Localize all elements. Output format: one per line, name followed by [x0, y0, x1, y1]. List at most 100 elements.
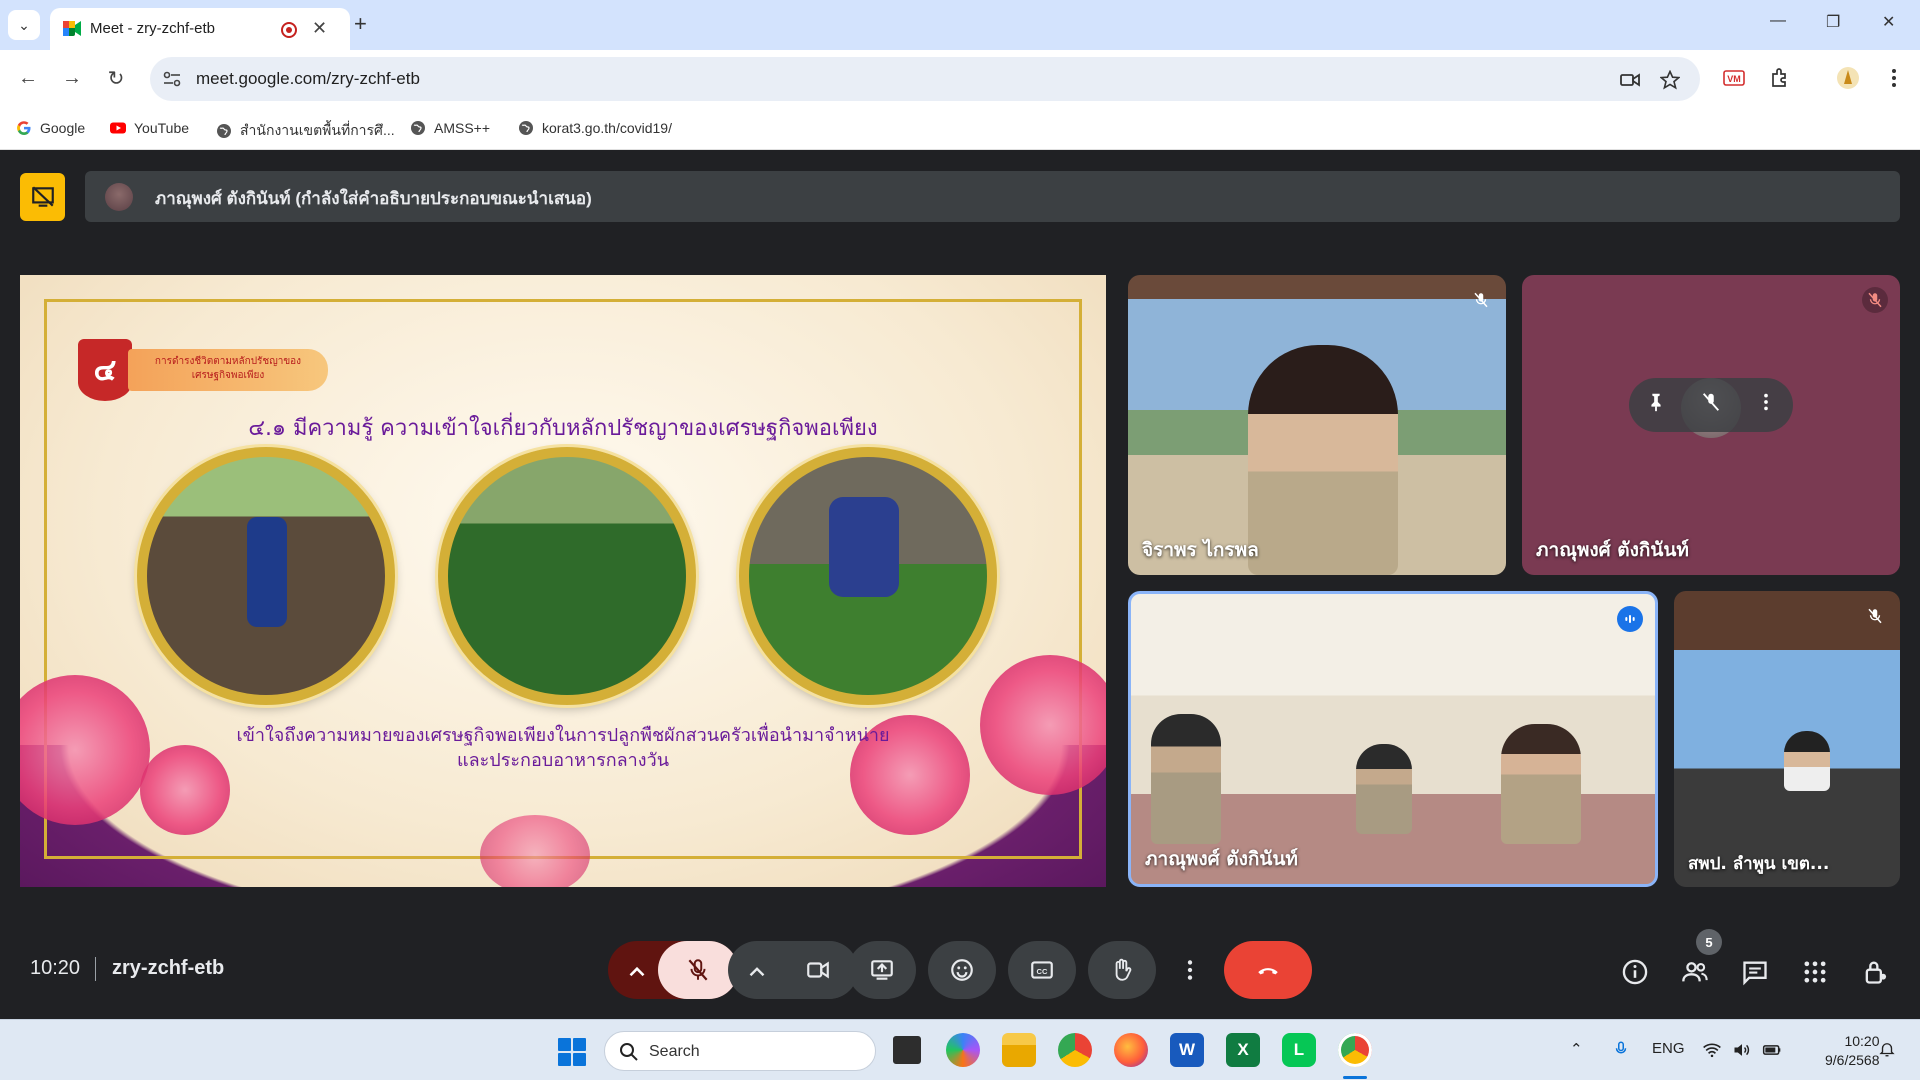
present-screen-icon — [871, 960, 893, 980]
meet-stage: ภาณุพงศ์ ตังกินันท์ (กำลังใส่คำอธิบายประ… — [0, 151, 1920, 1019]
line-icon[interactable]: L — [1282, 1033, 1316, 1067]
browser-tabstrip: ⌄ Meet - zry-zchf-etb ✕ + — ❐ ✕ — [0, 0, 1920, 50]
slide-person-figure — [829, 497, 899, 597]
slide-badge-line1: การดำรงชีวิตตามหลักปรัชญาของ — [154, 356, 302, 367]
site-info-icon[interactable] — [162, 69, 182, 89]
chrome-active-icon[interactable] — [1338, 1033, 1372, 1067]
participant-tile[interactable]: ภาณุพงศ์ ตังกินันท์ — [1128, 591, 1658, 887]
new-tab-button[interactable]: + — [354, 11, 367, 37]
participant-figure — [1784, 731, 1830, 791]
bookmark-google[interactable]: Google — [16, 120, 85, 136]
more-options-button[interactable] — [1168, 941, 1212, 999]
taskbar-date: 9/6/2568 — [1825, 1052, 1880, 1068]
notification-bell-icon[interactable] — [1878, 1040, 1896, 1062]
camera-toggle-button[interactable] — [778, 941, 858, 999]
host-controls-button[interactable] — [1860, 957, 1890, 987]
slide-photo-1 — [137, 447, 395, 705]
close-window-button[interactable]: ✕ — [1882, 12, 1895, 32]
minimize-button[interactable]: — — [1770, 12, 1786, 30]
bookmark-amss[interactable]: AMSS++ — [410, 120, 490, 136]
audio-options-chevron-icon[interactable] — [624, 959, 650, 990]
end-call-icon — [1258, 968, 1278, 975]
video-options-chevron-icon[interactable] — [744, 959, 770, 990]
file-explorer-icon[interactable] — [1002, 1033, 1036, 1067]
mute-participant-icon[interactable] — [1700, 391, 1722, 419]
profile-avatar-icon[interactable] — [1836, 66, 1860, 90]
slide-badge-line2: เศรษฐกิจพอเพียง — [191, 370, 265, 381]
restore-button[interactable]: ❐ — [1826, 12, 1840, 32]
participant-tile[interactable]: สพป. ลำพูน เขต... — [1674, 591, 1900, 887]
mic-off-icon — [1862, 603, 1888, 629]
recording-icon — [281, 22, 297, 38]
globe-icon — [519, 121, 533, 135]
tray-overflow-icon[interactable]: ⌃ — [1570, 1040, 1583, 1058]
windows-start-icon[interactable] — [558, 1038, 586, 1066]
lock-person-icon — [1865, 961, 1887, 984]
captions-button[interactable]: CC — [1008, 941, 1076, 999]
browser-menu-icon[interactable] — [1882, 66, 1906, 90]
bookmark-korat3[interactable]: korat3.go.th/covid19/ — [518, 120, 672, 136]
search-icon — [620, 1043, 638, 1061]
emoji-icon — [951, 959, 973, 981]
excel-icon[interactable]: X — [1226, 1033, 1260, 1067]
wifi-icon[interactable] — [1702, 1040, 1722, 1064]
more-options-icon[interactable] — [1755, 391, 1777, 419]
tab-meet[interactable]: Meet - zry-zchf-etb ✕ — [50, 8, 350, 50]
presenter-avatar — [105, 183, 133, 211]
back-button[interactable]: ← — [14, 64, 42, 92]
camera-in-use-icon[interactable] — [1620, 70, 1640, 90]
participant-figure — [1501, 724, 1581, 844]
tray-microphone-icon[interactable] — [1612, 1040, 1630, 1062]
meeting-details-button[interactable] — [1620, 957, 1650, 987]
extensions-puzzle-icon[interactable] — [1768, 66, 1792, 90]
taskbar-clock[interactable]: 10:20 9/6/2568 — [1825, 1032, 1880, 1070]
reactions-button[interactable] — [928, 941, 996, 999]
tab-search-button[interactable]: ⌄ — [8, 10, 40, 40]
leave-call-button[interactable] — [1224, 941, 1312, 999]
reload-button[interactable]: ↻ — [102, 64, 130, 92]
svg-text:VM: VM — [1727, 74, 1741, 84]
tab-close-icon[interactable]: ✕ — [312, 18, 327, 39]
word-icon[interactable]: W — [1170, 1033, 1204, 1067]
captions-icon: CC — [1031, 961, 1053, 979]
slide-badge-label: การดำรงชีวิตตามหลักปรัชญาของ เศรษฐกิจพอเ… — [128, 349, 328, 391]
slide-caption-line2: และประกอบอาหารกลางวัน — [457, 750, 669, 771]
apps-grid-icon — [1804, 961, 1826, 983]
bookmark-label: YouTube — [134, 120, 190, 136]
activities-button[interactable] — [1800, 957, 1830, 987]
bookmark-youtube[interactable]: YouTube — [110, 120, 189, 136]
slide-person-figure — [247, 517, 287, 627]
raise-hand-icon — [1115, 958, 1132, 981]
chat-button[interactable] — [1740, 957, 1770, 987]
language-indicator[interactable]: ENG — [1652, 1040, 1685, 1057]
extension-vm-icon[interactable]: VM — [1722, 66, 1746, 90]
slide-photo-3 — [739, 447, 997, 705]
task-view-icon[interactable] — [890, 1033, 924, 1067]
windows-taskbar: Search W X L ⌃ ENG 10:20 9/6/2568 — [0, 1019, 1920, 1080]
present-button[interactable] — [848, 941, 916, 999]
mic-toggle-button[interactable] — [658, 941, 738, 999]
volume-icon[interactable] — [1732, 1040, 1752, 1064]
chrome-icon[interactable] — [1058, 1033, 1092, 1067]
address-bar[interactable]: meet.google.com/zry-zchf-etb — [150, 57, 1700, 101]
taskbar-search[interactable]: Search — [604, 1031, 876, 1071]
participant-tile[interactable]: จิราพร ไกรพล — [1128, 275, 1506, 575]
battery-icon[interactable] — [1762, 1040, 1782, 1064]
copilot-icon[interactable] — [946, 1033, 980, 1067]
people-button[interactable] — [1680, 957, 1710, 987]
browser-toolbar: ← → ↻ meet.google.com/zry-zchf-etb VM — [0, 50, 1920, 108]
participant-tile[interactable]: ภาณุพงศ์ ตังกินันท์ — [1522, 275, 1900, 575]
firefox-icon[interactable] — [1114, 1033, 1148, 1067]
speaking-indicator-icon — [1617, 606, 1643, 632]
pin-icon[interactable] — [1645, 391, 1667, 419]
meet-favicon-icon — [63, 21, 81, 36]
bookmark-esa[interactable]: สำนักงานเขตพื้นที่การศึ... — [216, 120, 395, 142]
chat-icon — [1743, 961, 1767, 986]
bookmark-star-icon[interactable] — [1660, 70, 1680, 90]
forward-button[interactable]: → — [58, 64, 86, 92]
people-count-badge: 5 — [1696, 929, 1722, 955]
tab-title: Meet - zry-zchf-etb — [90, 20, 216, 37]
presentation-indicator-icon[interactable] — [20, 173, 65, 221]
shared-screen[interactable]: ๔ การดำรงชีวิตตามหลักปรัชญาของ เศรษฐกิจพ… — [20, 275, 1106, 887]
raise-hand-button[interactable] — [1088, 941, 1156, 999]
